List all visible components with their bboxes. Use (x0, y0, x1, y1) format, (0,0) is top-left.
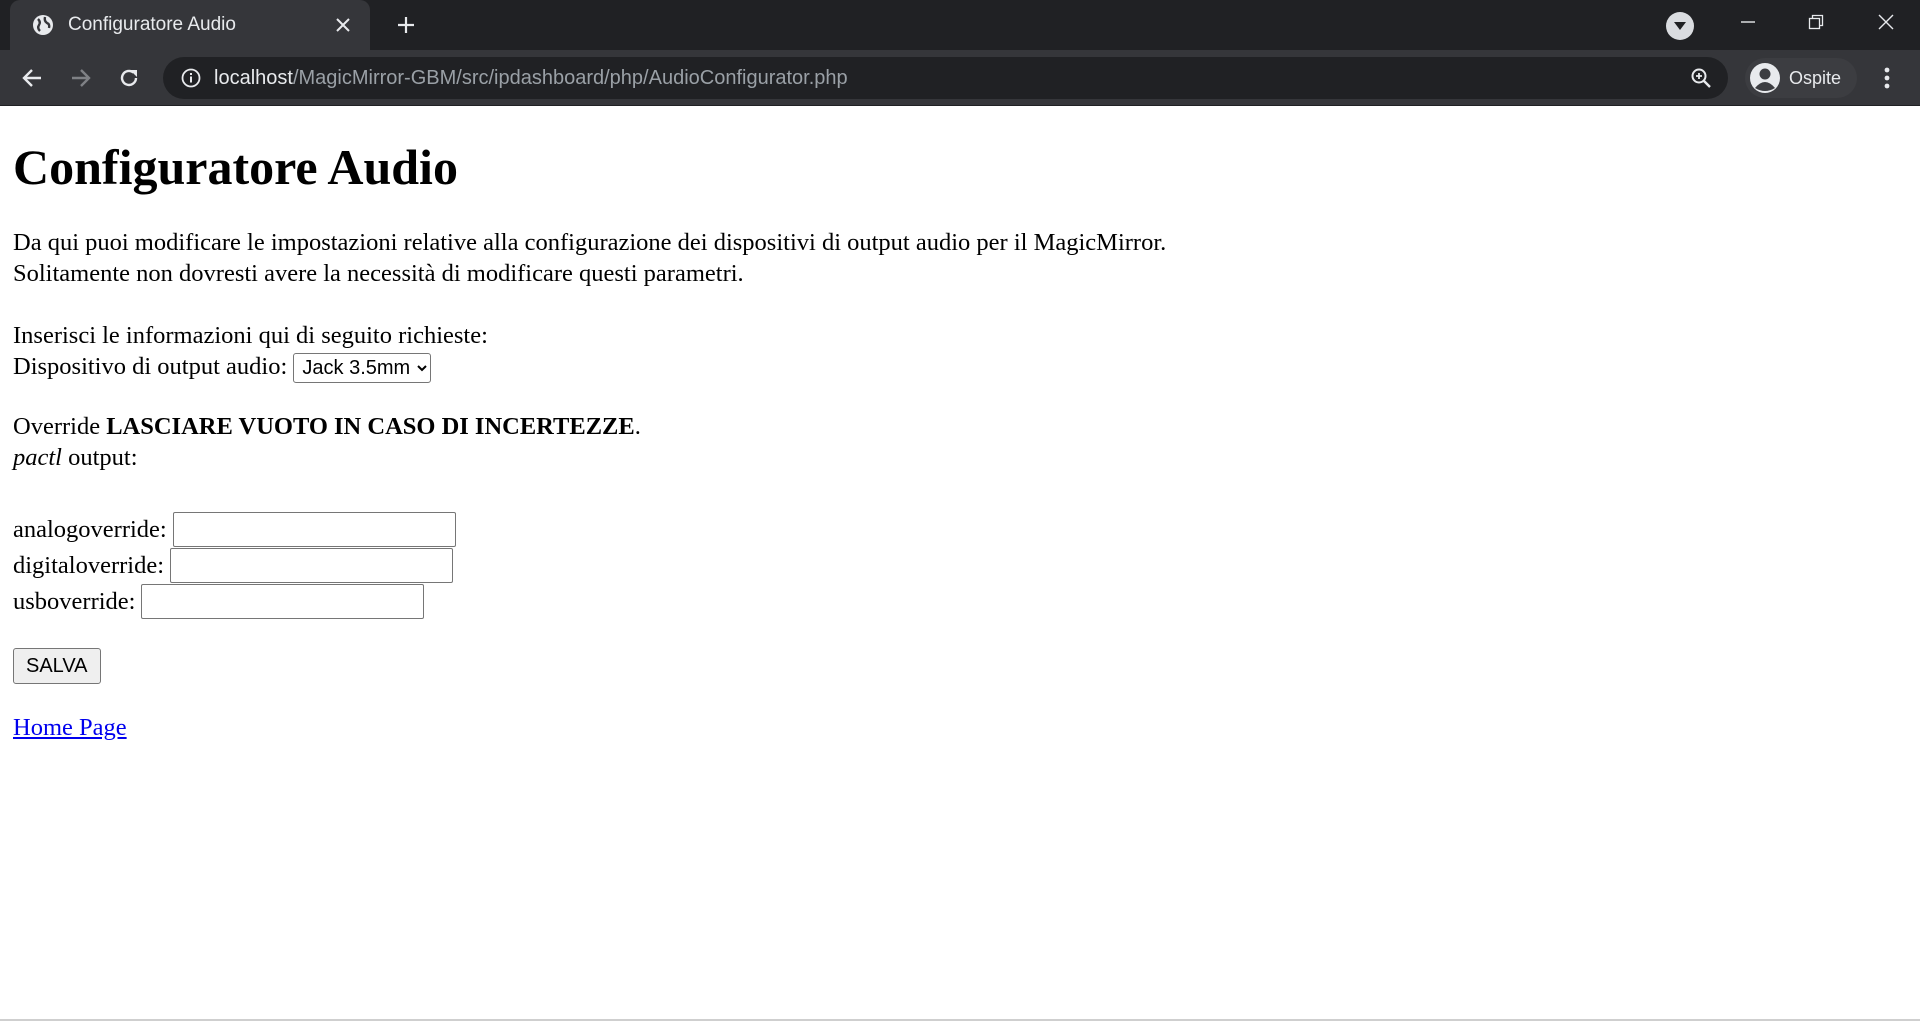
override-warning: LASCIARE VUOTO IN CASO DI INCERTEZZE (106, 413, 635, 441)
intro-line-1: Da qui puoi modificare le impostazioni r… (13, 229, 1167, 256)
kebab-menu-icon[interactable] (1870, 60, 1904, 96)
analog-override-label: analogoverride: (13, 515, 167, 543)
prompt-text: Inserisci le informazioni qui di seguito… (13, 322, 488, 349)
zoom-icon[interactable] (1686, 63, 1716, 93)
pactl-command: pactl (13, 444, 62, 472)
back-arrow-icon[interactable] (14, 60, 50, 96)
page-content: Configuratore Audio Da qui puoi modifica… (0, 137, 1920, 743)
analog-override-input[interactable] (172, 511, 456, 547)
profile-button[interactable]: Ospite (1745, 58, 1857, 98)
digital-override-row: digitaloverride: (13, 547, 1907, 583)
usb-override-input[interactable] (141, 583, 425, 619)
pactl-suffix: output: (62, 444, 138, 472)
url-text: localhost/MagicMirror-GBM/src/ipdashboar… (214, 67, 1686, 90)
tab-title: Configuratore Audio (68, 14, 236, 35)
reload-icon[interactable] (111, 60, 147, 96)
page-title: Configuratore Audio (13, 139, 458, 195)
profile-name: Ospite (1789, 67, 1842, 88)
device-select[interactable]: Jack 3.5mm (293, 353, 432, 384)
pactl-line: pactl output: (13, 442, 1907, 473)
override-suffix: . (634, 413, 641, 441)
digital-override-label: digitaloverride: (13, 551, 165, 579)
override-heading: Override LASCIARE VUOTO IN CASO DI INCER… (13, 411, 1907, 442)
forward-arrow-icon[interactable] (63, 60, 99, 96)
digital-override-input[interactable] (170, 547, 454, 583)
home-page-link[interactable]: Home Page (13, 712, 127, 743)
device-label: Dispositivo di output audio: (13, 353, 288, 380)
intro-line-2: Solitamente non dovresti avere la necess… (13, 260, 744, 287)
url-host: localhost (214, 66, 293, 89)
info-icon[interactable] (176, 63, 206, 93)
usb-override-label: usboverride: (13, 587, 136, 615)
save-button[interactable]: SALVA (13, 648, 101, 685)
url-path: /MagicMirror-GBM/src/ipdashboard/php/Aud… (292, 66, 848, 89)
plus-icon[interactable] (390, 9, 422, 41)
close-icon[interactable] (328, 10, 358, 40)
minimize-icon[interactable] (1714, 0, 1782, 44)
tab-strip: Configuratore Audio (0, 0, 1920, 50)
device-row: Dispositivo di output audio: Jack 3.5mm (13, 351, 1907, 384)
active-tab[interactable]: Configuratore Audio (10, 0, 370, 50)
analog-override-row: analogoverride: (13, 511, 1907, 547)
window-close-icon[interactable] (1852, 0, 1920, 44)
usb-override-row: usboverride: (13, 583, 1907, 619)
override-prefix: Override (13, 413, 107, 441)
address-bar[interactable]: localhost/MagicMirror-GBM/src/ipdashboar… (163, 57, 1728, 99)
chevron-down-icon[interactable] (1666, 12, 1694, 40)
globe-icon (32, 14, 54, 36)
browser-toolbar: localhost/MagicMirror-GBM/src/ipdashboar… (0, 50, 1920, 106)
avatar-icon (1749, 62, 1781, 94)
restore-icon[interactable] (1782, 0, 1850, 44)
